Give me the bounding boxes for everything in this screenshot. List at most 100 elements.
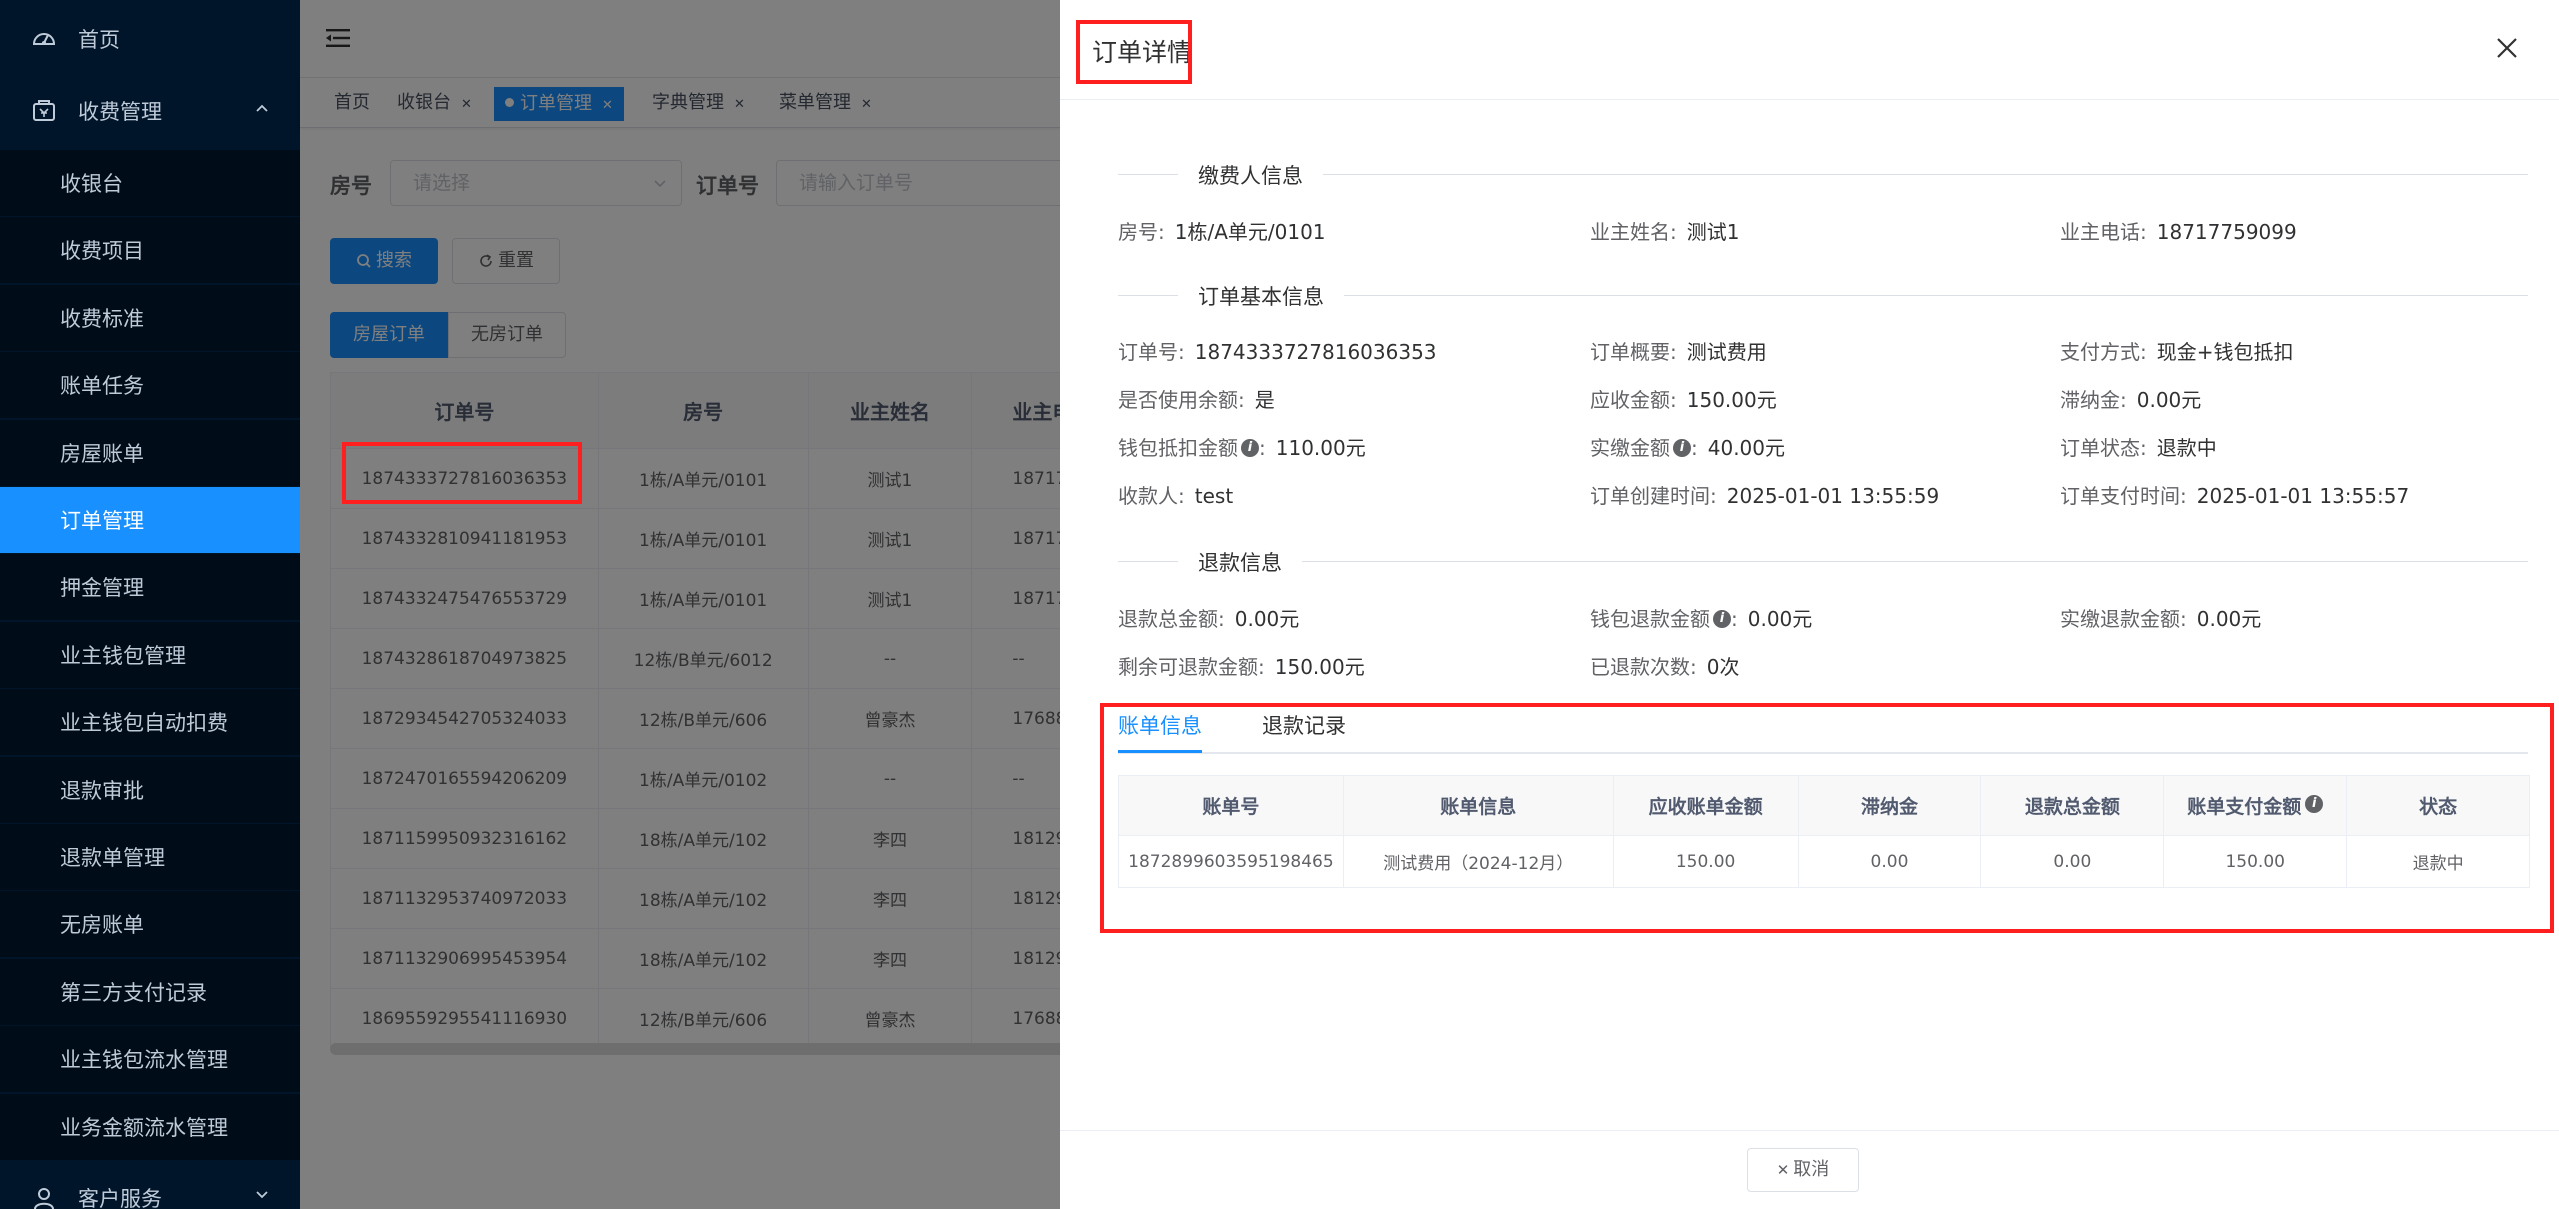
sidebar-item-home[interactable]: 首页: [0, 6, 300, 72]
payer-field: 业主姓名: 测试1: [1590, 216, 1739, 245]
sidebar-item-label: 业主钱包流水管理: [60, 1048, 228, 1073]
field-label: 实缴退款金额:: [2060, 607, 2187, 631]
bill-number-link[interactable]: 1872899603595198465: [1119, 836, 1344, 887]
sidebar-item[interactable]: 收费标准: [0, 284, 300, 351]
table-cell: 0.00: [1799, 836, 1982, 887]
column-header: 账单支付金额 i: [2164, 776, 2348, 835]
basic-field: 支付方式: 现金+钱包抵扣: [2060, 336, 2294, 365]
info-icon: i: [1713, 609, 1731, 628]
field-value: 2025-01-01 13:55:59: [1726, 484, 1940, 508]
field-label: 实缴金额: [1590, 436, 1670, 460]
basic-field: 订单支付时间: 2025-01-01 13:55:57: [2060, 480, 2409, 509]
field-label: 订单概要:: [1590, 340, 1677, 364]
field-value: 2025-01-01 13:55:57: [2196, 484, 2410, 508]
sidebar-item[interactable]: 押金管理: [0, 554, 300, 621]
field-value: test: [1194, 484, 1234, 508]
section-divider: [1118, 174, 2528, 175]
field-label: 支付方式:: [2060, 340, 2147, 364]
field-label: 应收金额:: [1590, 388, 1677, 412]
sidebar-item[interactable]: 业主钱包流水管理: [0, 1026, 300, 1093]
field-label: 已退款次数:: [1590, 655, 1697, 679]
field-colon: :: [1731, 607, 1738, 631]
table-cell: 0.00: [1981, 836, 2165, 887]
chevron-up-icon: [254, 100, 270, 121]
close-icon[interactable]: [2495, 36, 2519, 60]
column-header: 滞纳金: [1799, 776, 1982, 835]
basic-field: 订单创建时间: 2025-01-01 13:55:59: [1590, 480, 1939, 509]
field-label: 退款总金额:: [1118, 607, 1225, 631]
sidebar-item-label: 押金管理: [60, 576, 144, 601]
sidebar-item[interactable]: 收银台: [0, 150, 300, 216]
table-cell: 150.00: [2164, 836, 2348, 887]
refund-field: 剩余可退款金额: 150.00元: [1118, 651, 1365, 680]
sidebar-item-label: 首页: [78, 28, 120, 52]
info-icon: i: [2305, 794, 2324, 813]
refund-field: 已退款次数: 0次: [1590, 651, 1739, 680]
column-header: 退款总金额: [1981, 776, 2165, 835]
sidebar-group-customer-service[interactable]: 客户服务: [0, 1165, 300, 1209]
field-label: 业主电话:: [2060, 220, 2147, 244]
sidebar-item-label: 账单任务: [60, 374, 144, 399]
sidebar-item[interactable]: 收费项目: [0, 217, 300, 284]
field-value: 18717759099: [2156, 220, 2297, 244]
sidebar-item[interactable]: 订单管理: [0, 487, 300, 553]
field-value: 测试1: [1686, 220, 1740, 244]
sidebar-item[interactable]: 退款审批: [0, 756, 300, 823]
sidebar-item[interactable]: 第三方支付记录: [0, 958, 300, 1025]
basic-field: 滞纳金: 0.00元: [2060, 384, 2201, 413]
field-value: 150.00元: [1686, 388, 1777, 412]
field-label: 收款人:: [1118, 484, 1185, 508]
sidebar-group-billing[interactable]: 收费管理: [0, 78, 300, 144]
tab-bill-info[interactable]: 账单信息: [1118, 710, 1202, 740]
order-detail-drawer: 订单详情 缴费人信息 房号: 1栋/A单元/0101 业主姓名: 测试1 业主电话: 18…: [1060, 0, 2559, 1209]
chevron-down-icon: [254, 1187, 270, 1208]
field-colon: :: [1691, 436, 1698, 460]
field-label: 订单号:: [1118, 340, 1185, 364]
field-value: 0.00元: [2196, 607, 2262, 631]
sidebar-item[interactable]: 退款单管理: [0, 824, 300, 890]
sidebar-item[interactable]: 账单任务: [0, 352, 300, 419]
payer-section-title: 缴费人信息: [1178, 160, 1323, 190]
refund-field: 实缴退款金额: 0.00元: [2060, 603, 2261, 632]
highlight-box-title: [1076, 20, 1192, 84]
sidebar-item-label: 第三方支付记录: [60, 980, 207, 1005]
sidebar-item[interactable]: 业主钱包管理: [0, 621, 300, 688]
field-label: 剩余可退款金额:: [1118, 655, 1265, 679]
field-value: 退款中: [2156, 436, 2217, 460]
table-row: 1872899603595198465 测试费用（2024-12月） 150.00 0…: [1119, 836, 2531, 888]
table-cell: 150.00: [1614, 836, 1799, 887]
tab-refund-records[interactable]: 退款记录: [1262, 710, 1346, 740]
field-value: 是: [1254, 388, 1275, 412]
column-header: 状态: [2347, 776, 2531, 835]
sidebar-item-label: 业主钱包自动扣费: [60, 711, 228, 736]
field-label: 订单状态:: [2060, 436, 2147, 460]
sidebar-item[interactable]: 房屋账单: [0, 419, 300, 486]
basic-field: 订单概要: 测试费用: [1590, 336, 1767, 365]
basic-field: 订单状态: 退款中: [2060, 432, 2217, 461]
dashboard-icon: [30, 25, 58, 53]
sidebar-item-label: 收银台: [60, 172, 123, 196]
sidebar-item[interactable]: 无房账单: [0, 891, 300, 958]
column-header-label: 滞纳金: [1860, 796, 1918, 818]
refund-field: 退款总金额: 0.00元: [1118, 603, 1299, 632]
column-header-label: 账单信息: [1440, 796, 1517, 818]
sidebar-item-label: 收费标准: [60, 306, 144, 331]
column-header-label: 状态: [2419, 796, 2458, 818]
sidebar-item-label: 退款单管理: [60, 846, 165, 870]
sidebar-item[interactable]: 业务金额流水管理: [0, 1093, 300, 1160]
info-icon: i: [1673, 438, 1691, 457]
cancel-button[interactable]: ✕ 取消: [1747, 1148, 1859, 1192]
sidebar: 首页 收费管理 收银台收费项目收费标准账单任务房屋账单 订单管理押金管理业主钱包管…: [0, 0, 300, 1209]
field-value: 测试费用: [1686, 340, 1767, 364]
payer-field: 业主电话: 18717759099: [2060, 216, 2297, 245]
detail-tabs: 账单信息 退款记录: [1118, 700, 2528, 754]
sidebar-item[interactable]: 业主钱包自动扣费: [0, 689, 300, 756]
section-divider: [1118, 561, 2528, 562]
column-header-label: 账单号: [1202, 796, 1260, 818]
column-header-label: 账单支付金额: [2187, 796, 2302, 818]
field-value: 110.00元: [1275, 436, 1366, 460]
field-label: 是否使用余额:: [1118, 388, 1245, 412]
field-value: 现金+钱包抵扣: [2156, 340, 2294, 364]
field-value: 1栋/A单元/0101: [1174, 220, 1326, 244]
info-icon: i: [1241, 438, 1259, 457]
